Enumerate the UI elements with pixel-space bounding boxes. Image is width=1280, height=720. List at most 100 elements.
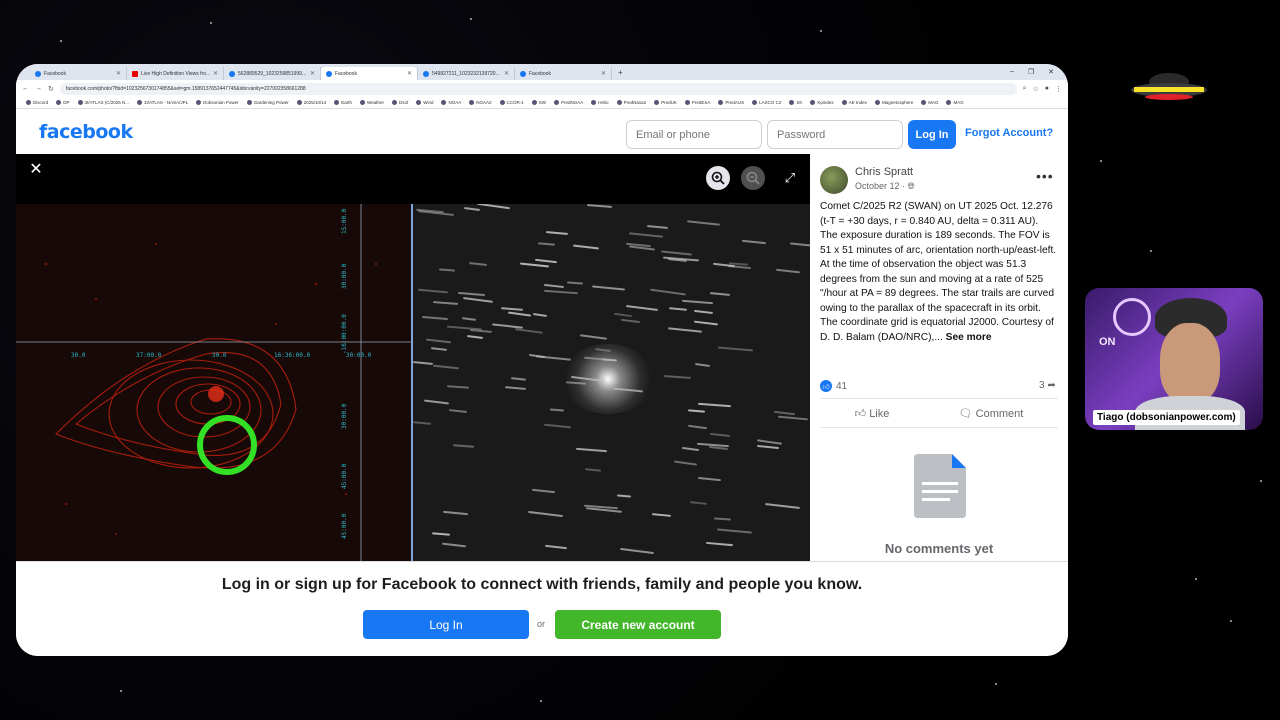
bookmark-item[interactable]: NOAA xyxy=(441,100,461,105)
comment-button[interactable]: 🗨︎ Comment xyxy=(959,407,1024,420)
bookmark-item[interactable]: SK xyxy=(789,100,802,105)
reload-icon[interactable]: ↻ xyxy=(48,85,54,93)
browser-tab[interactable]: 549827211_1023232139720... ✕ xyxy=(418,67,515,80)
bookmark-label: Weather xyxy=(367,100,384,105)
close-icon[interactable]: ✕ xyxy=(407,70,412,77)
bookmark-item[interactable]: PredNOAA xyxy=(554,100,583,105)
password-field[interactable] xyxy=(767,120,903,149)
bookmark-item[interactable]: PredNasa2 xyxy=(616,100,646,105)
bookmark-item[interactable]: LASCO C2 xyxy=(752,100,781,105)
facebook-icon xyxy=(423,70,429,77)
close-icon[interactable]: ✕ xyxy=(213,70,218,77)
bookmark-item[interactable]: NOAA2 xyxy=(469,100,492,105)
ufo-icon xyxy=(1131,73,1207,100)
star-trail xyxy=(620,548,655,555)
star-trail xyxy=(620,318,641,323)
share-count[interactable]: 3 ➦ xyxy=(1039,380,1056,391)
header-login-button[interactable]: Log In xyxy=(908,120,956,149)
forward-icon[interactable]: → xyxy=(35,85,42,92)
streamer-face xyxy=(1160,323,1220,403)
close-window-icon[interactable]: ✕ xyxy=(1048,68,1054,76)
browser-tab[interactable]: Facebook ✕ xyxy=(515,67,612,80)
star-trail xyxy=(626,305,659,312)
zoom-in-icon[interactable] xyxy=(706,166,730,190)
browser-tab[interactable]: 562889529_1023259851999... ✕ xyxy=(224,67,321,80)
star-bookmark-icon[interactable]: ☆ xyxy=(1032,85,1038,93)
close-icon[interactable]: ✕ xyxy=(310,70,315,77)
reaction-count[interactable]: 👍︎ 41 xyxy=(820,380,847,392)
close-icon[interactable]: ✕ xyxy=(601,70,606,77)
bookmark-label: Discord xyxy=(33,100,49,105)
bookmark-item[interactable]: DP xyxy=(56,100,70,105)
bookmark-item[interactable]: PredUK xyxy=(654,100,677,105)
bookmark-icon xyxy=(441,100,447,105)
bookmark-item[interactable]: 2025/10/14 xyxy=(296,100,326,105)
back-icon[interactable]: ← xyxy=(22,85,29,92)
bookmark-item[interactable]: 3I/ATLAS (C/2025 N... xyxy=(77,100,129,105)
star xyxy=(540,700,542,702)
close-icon[interactable]: ✕ xyxy=(504,70,509,77)
star-trail xyxy=(534,258,557,263)
bookmark-icon xyxy=(616,100,622,105)
email-field[interactable] xyxy=(626,120,762,149)
bookmark-item[interactable]: CCOR-1 xyxy=(499,100,524,105)
bookmark-icon xyxy=(416,100,422,105)
bookmark-item[interactable]: MAG xyxy=(921,100,938,105)
bookmark-item[interactable]: Dsof xyxy=(391,100,409,105)
close-icon[interactable]: ✕ xyxy=(28,162,44,178)
forgot-account-link[interactable]: Forgot Account? xyxy=(965,127,1053,139)
bookmark-label: Dsof xyxy=(398,100,409,105)
maximize-icon[interactable]: ❐ xyxy=(1028,68,1034,76)
zoom-out-icon[interactable] xyxy=(741,166,765,190)
bookmark-item[interactable]: PredAUS xyxy=(718,100,744,105)
avatar[interactable] xyxy=(820,166,848,194)
bookmark-item[interactable]: Kpindex xyxy=(810,100,834,105)
bookmark-item[interactable]: Dobsonian Power xyxy=(196,100,239,105)
bookmark-item[interactable]: SW xyxy=(531,100,546,105)
desktop-background: Facebook ✕ Live High Definition Views fro… xyxy=(0,0,1280,720)
star-trail xyxy=(661,250,692,256)
banner-login-button[interactable]: Log In xyxy=(363,610,529,639)
close-icon[interactable]: ✕ xyxy=(116,70,121,77)
star-trail xyxy=(716,528,752,534)
bookmark-item[interactable]: Weather xyxy=(360,100,384,105)
create-account-button[interactable]: Create new account xyxy=(555,610,721,639)
browser-tab-active[interactable]: Facebook ✕ xyxy=(321,67,418,80)
facebook-logo[interactable]: facebook xyxy=(39,121,133,143)
star xyxy=(1195,578,1197,580)
bookmark-icon xyxy=(789,100,795,105)
grid-label: 30:00.0 xyxy=(341,403,348,429)
star-trail xyxy=(776,268,800,274)
see-more-link[interactable]: See more xyxy=(946,332,992,343)
fullscreen-icon[interactable]: ⤢ xyxy=(778,166,802,190)
bookmark-item[interactable]: Gardening Power xyxy=(246,100,289,105)
contour-plot-image: 30.0 37:00.0 30.0 16:36:00.0 30:00.0 15:00.0… xyxy=(16,204,411,561)
url-field[interactable]: facebook.com/photo/?fbid=102325673017485… xyxy=(59,82,1017,95)
bookmark-item[interactable]: MAG xyxy=(946,100,964,105)
more-options-icon[interactable]: ••• xyxy=(1036,168,1054,184)
profile-icon[interactable]: ● xyxy=(1045,85,1049,92)
menu-icon[interactable]: ⋮ xyxy=(1055,85,1062,93)
url-text: facebook.com/photo/?fbid=102325673017485… xyxy=(65,85,306,92)
bookmark-item[interactable]: Earth xyxy=(334,100,352,105)
like-button[interactable]: 👍︎ Like xyxy=(855,407,890,420)
bookmark-label: SK xyxy=(796,100,803,105)
star-trail xyxy=(418,210,455,217)
post-author[interactable]: Chris Spratt xyxy=(855,166,913,178)
grid-label: 30:00.0 xyxy=(346,352,372,359)
bookmark-item[interactable]: Helio xyxy=(591,100,609,105)
zoom-icon[interactable]: ⌕ xyxy=(1023,85,1027,93)
bookmark-item[interactable]: Discord xyxy=(26,100,48,105)
browser-tab[interactable]: Facebook ✕ xyxy=(30,67,127,80)
new-tab-button[interactable]: + xyxy=(612,68,629,77)
bookmark-item[interactable]: 3I/ATLAS - NASA/JPL xyxy=(136,100,188,105)
minimize-icon[interactable]: – xyxy=(1010,68,1014,76)
bookmark-item[interactable]: AE Index xyxy=(841,100,867,105)
browser-tab[interactable]: Live High Definition Views fro... ✕ xyxy=(127,67,224,80)
bookmark-item[interactable]: Magnetosphere xyxy=(874,100,913,105)
bookmark-item[interactable]: Wind xyxy=(416,100,433,105)
bookmark-item[interactable]: PredESA xyxy=(684,100,710,105)
star xyxy=(120,690,122,692)
star-trail xyxy=(687,220,721,226)
post-date[interactable]: October 12 · 🌐︎ xyxy=(855,181,915,192)
